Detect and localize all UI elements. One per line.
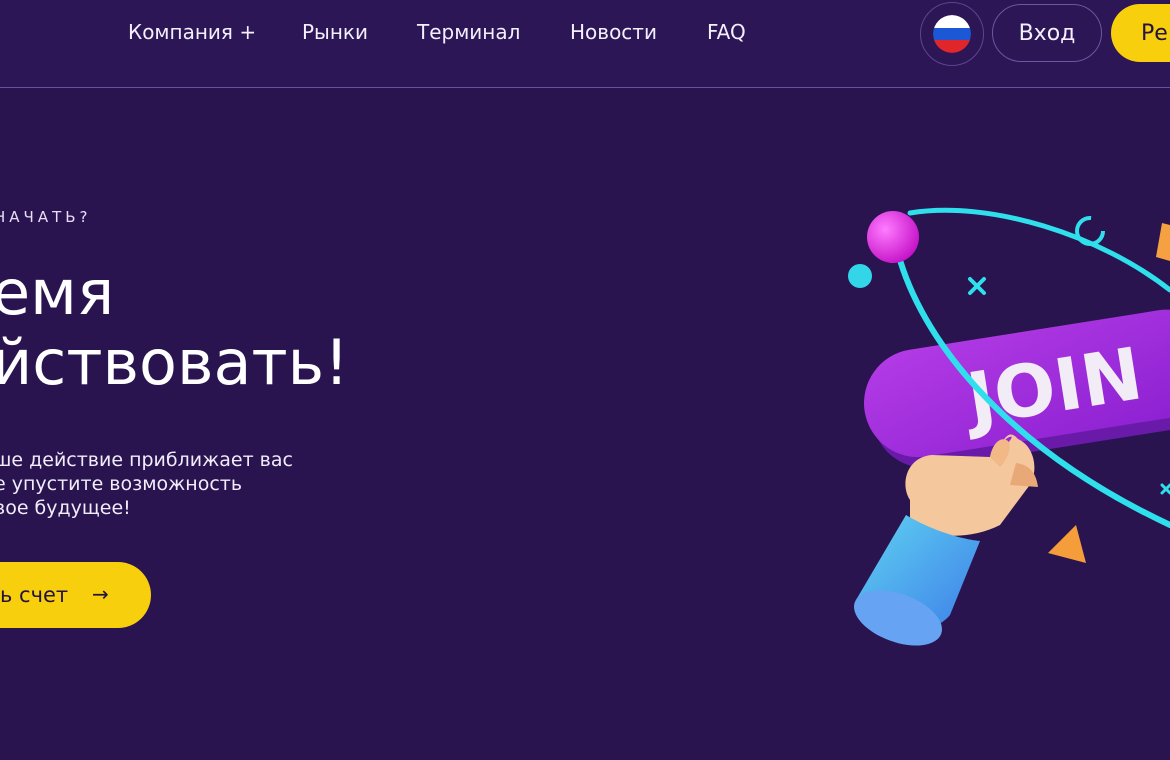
cyan-sphere — [848, 264, 872, 288]
hero-headline-line-2: йствовать! — [0, 326, 350, 399]
login-button[interactable]: Вход — [992, 4, 1102, 62]
hero-description: ше действие приближает вас е упустите во… — [0, 448, 293, 520]
cyan-cross-small-icon — [1160, 483, 1170, 495]
language-selector-button[interactable] — [920, 2, 984, 66]
hero-headline-line-1: емя — [0, 256, 115, 329]
top-header: Компания + Рынки Терминал Новости FAQ Вх… — [0, 0, 1170, 88]
hero-eyebrow: НАЧАТЬ? — [0, 208, 92, 226]
nav-terminal[interactable]: Терминал — [417, 18, 520, 46]
blue-sleeve — [854, 515, 980, 646]
hero-description-line-3: вое будущее! — [0, 497, 131, 519]
russia-flag-icon — [933, 15, 971, 53]
nav-company[interactable]: Компания + — [128, 18, 256, 46]
hero-description-line-2: е упустите возможность — [0, 473, 243, 495]
hero-headline: емя йствовать! — [0, 258, 349, 398]
nav-news[interactable]: Новости — [570, 18, 657, 46]
open-account-button[interactable]: ь счет → — [0, 562, 151, 628]
nav-faq[interactable]: FAQ — [707, 18, 746, 46]
orbit-ring-top — [907, 207, 1170, 293]
cyan-cross-icon — [968, 277, 986, 295]
orange-shard — [1156, 223, 1170, 261]
hero-description-line-1: ше действие приближает вас — [0, 449, 293, 471]
open-account-label: ь счет — [0, 583, 69, 607]
page: Компания + Рынки Терминал Новости FAQ Вх… — [0, 0, 1170, 760]
register-button[interactable]: Ре — [1111, 4, 1170, 62]
cyan-ring-icon — [1075, 216, 1105, 246]
join-illustration: JOIN — [848, 207, 1170, 646]
magenta-sphere — [867, 211, 919, 263]
arrow-right-icon: → — [92, 582, 109, 606]
orange-triangle — [1048, 525, 1086, 563]
nav-markets[interactable]: Рынки — [302, 18, 368, 46]
